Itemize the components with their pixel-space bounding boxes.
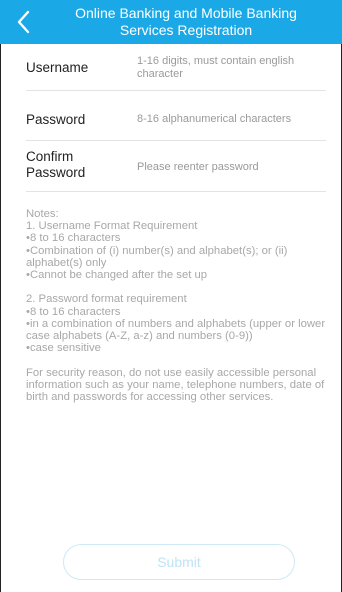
username-label: Username (26, 60, 89, 75)
registration-form: Username 1-16 digits, must contain engli… (0, 44, 342, 192)
chevron-left-icon (17, 10, 30, 34)
app-header: Online Banking and Mobile Banking Servic… (0, 0, 342, 44)
submit-button[interactable]: Submit (63, 544, 295, 580)
confirm-password-row: Confirm Password (26, 141, 326, 192)
username-row: Username 1-16 digits, must contain engli… (26, 44, 326, 91)
password-input[interactable] (137, 109, 326, 129)
notes-text: Notes: 1. Username Format Requirement •8… (26, 208, 326, 404)
back-button[interactable] (10, 8, 36, 36)
confirm-password-input[interactable] (137, 155, 326, 179)
confirm-password-label: Confirm Password (26, 149, 86, 180)
password-row: Password (26, 91, 326, 141)
page-title: Online Banking and Mobile Banking Servic… (75, 5, 297, 38)
username-input[interactable] (137, 50, 326, 84)
password-label: Password (26, 112, 86, 127)
